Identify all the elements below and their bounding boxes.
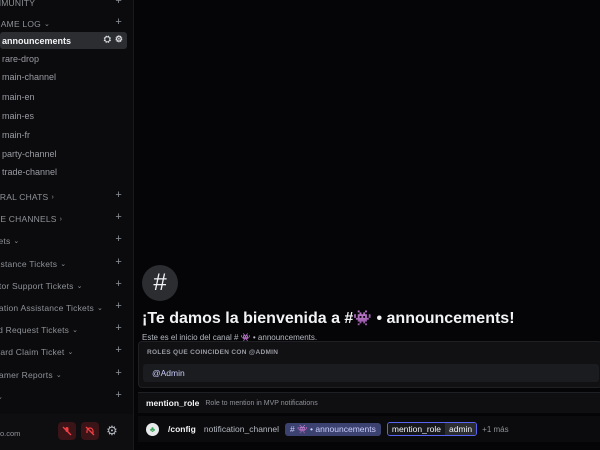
create-channel-icon[interactable]: + <box>115 322 122 334</box>
category-label: sistance Tickets <box>0 259 58 269</box>
welcome-separator: • <box>372 310 387 327</box>
create-channel-icon[interactable]: + <box>115 211 122 223</box>
chevron-down-icon: ⌄ <box>60 261 67 268</box>
create-channel-icon[interactable]: + <box>115 256 122 268</box>
chevron-down-icon: ⌄ <box>55 372 62 379</box>
param-notification-channel[interactable]: notification_channel <box>204 424 279 434</box>
param-mention-role[interactable]: mention_role admin <box>386 422 478 436</box>
category-game-log[interactable]: GAME LOG ⌄ + <box>0 16 122 31</box>
alien-emoji-icon: 👾 <box>353 310 373 327</box>
category-label: GAME LOG <box>0 19 41 29</box>
deafen-headphones-icon[interactable] <box>81 422 99 440</box>
create-channel-icon[interactable]: + <box>115 344 122 356</box>
channel-label: party-channel <box>2 148 57 159</box>
category-reward-claim-ticket[interactable]: ward Claim Ticket ⌄ + <box>0 344 122 359</box>
create-channel-icon[interactable]: + <box>115 389 122 401</box>
category-label: ward Claim Ticket <box>0 347 65 357</box>
category-streamer-reports[interactable]: eamer Reports ⌄ + <box>0 367 122 382</box>
chevron-down-icon: ⌄ <box>72 327 79 334</box>
category-community[interactable]: MMUNITY + <box>0 0 122 10</box>
channel-sidebar: MMUNITY + GAME LOG ⌄ + announcements ⛭ ⚙… <box>0 0 134 450</box>
chevron-down-icon: ⌄ <box>43 21 51 28</box>
category-label: nation Assistance Tickets <box>0 303 94 313</box>
create-channel-icon[interactable]: + <box>115 300 122 312</box>
create-channel-icon[interactable]: + <box>115 16 122 28</box>
role-autocomplete-popup: ROLES QUE COINCIDEN CON @ADMIN @Admin <box>138 341 600 388</box>
chevron-down-icon: ⌄ <box>76 283 83 290</box>
channel-main-fr[interactable]: main-fr <box>0 126 127 143</box>
category-label: ild Request Tickets <box>0 325 70 335</box>
channel-rare-drop[interactable]: rare-drop <box>0 50 127 67</box>
invite-icon[interactable]: ⛭ <box>104 34 111 45</box>
category-general-chats[interactable]: ERAL CHATS › + <box>0 189 122 204</box>
category-label: ERAL CHATS <box>0 192 49 202</box>
chevron-down-icon: ⌄ <box>96 305 104 312</box>
create-channel-icon[interactable]: + <box>115 233 122 245</box>
category-mentor-support-tickets[interactable]: ntor Support Tickets ⌄ + <box>0 278 122 293</box>
role-option-admin[interactable]: @Admin <box>143 364 599 382</box>
gear-icon[interactable]: ⚙ <box>115 34 123 45</box>
channel-label: announcements <box>2 35 72 46</box>
mute-mic-icon[interactable] <box>58 422 76 440</box>
channel-hash-icon: # <box>142 265 178 301</box>
channel-party-channel[interactable]: party-channel <box>0 145 127 162</box>
welcome-channel-name: announcements! <box>386 310 515 327</box>
option-hint-bar: mention_role Role to mention in MVP noti… <box>138 392 600 413</box>
channel-label: trade-channel <box>2 166 58 177</box>
create-channel-icon[interactable]: + <box>115 367 122 379</box>
channel-label: rare-drop <box>2 53 40 64</box>
channel-main-es[interactable]: main-es <box>0 107 127 124</box>
create-channel-icon[interactable]: + <box>115 189 122 201</box>
category-unnamed[interactable]: ⌄ + <box>0 389 122 404</box>
channel-announcements[interactable]: announcements ⛭ ⚙ <box>0 32 127 49</box>
category-guild-request-tickets[interactable]: ild Request Tickets ⌄ + <box>0 322 122 337</box>
channel-trade-channel[interactable]: trade-channel <box>0 163 127 180</box>
category-label: MMUNITY <box>0 0 36 8</box>
channel-main-en[interactable]: main-en <box>0 88 127 105</box>
category-label: CE CHANNELS <box>0 214 57 224</box>
welcome-heading: ¡Te damos la bienvenida a #👾 • announcem… <box>142 309 515 328</box>
category-donation-assistance-tickets[interactable]: nation Assistance Tickets ⌄ + <box>0 300 122 315</box>
create-channel-icon[interactable]: + <box>115 0 122 7</box>
welcome-prefix: ¡Te damos la bienvenida a # <box>142 310 354 327</box>
more-options-link[interactable]: +1 más <box>482 425 508 434</box>
chevron-down-icon: ⌄ <box>67 349 74 356</box>
user-panel: o.com ⚙ <box>0 414 133 450</box>
category-label: ntor Support Tickets <box>0 281 74 291</box>
chat-area: # ¡Te damos la bienvenida a #👾 • announc… <box>134 0 600 450</box>
chevron-right-icon: › <box>51 193 54 201</box>
bot-app-icon: ♣ <box>146 422 159 436</box>
param-value[interactable]: admin <box>445 423 477 435</box>
channel-label: main-en <box>2 91 35 102</box>
category-label: eamer Reports <box>0 370 53 380</box>
chevron-down-icon: ⌄ <box>13 238 20 245</box>
command-name: /config <box>168 424 196 434</box>
channel-label: main-es <box>2 110 35 121</box>
channel-label: main-fr <box>2 129 31 140</box>
param-key: mention_role <box>387 423 445 435</box>
create-channel-icon[interactable]: + <box>115 278 122 290</box>
channel-label: main-channel <box>2 71 57 82</box>
category-tickets[interactable]: kets ⌄ + <box>0 233 122 248</box>
option-description: Role to mention in MVP notifications <box>205 399 318 407</box>
option-name: mention_role <box>146 398 200 408</box>
category-label: kets <box>0 236 11 246</box>
chevron-right-icon: › <box>59 215 63 223</box>
username: o.com <box>0 429 21 438</box>
slash-command-input[interactable]: ♣ /config notification_channel # 👾 • ann… <box>138 416 600 442</box>
category-assistance-tickets[interactable]: sistance Tickets ⌄ + <box>0 256 122 271</box>
channel-mention-pill[interactable]: # 👾 • announcements <box>285 422 381 436</box>
chevron-down-icon: ⌄ <box>0 393 3 401</box>
channel-main-channel[interactable]: main-channel <box>0 68 127 85</box>
category-voice-channels[interactable]: CE CHANNELS › + <box>0 211 122 226</box>
user-settings-gear-icon[interactable]: ⚙ <box>103 422 121 440</box>
autocomplete-title: ROLES QUE COINCIDEN CON @ADMIN <box>147 349 279 356</box>
